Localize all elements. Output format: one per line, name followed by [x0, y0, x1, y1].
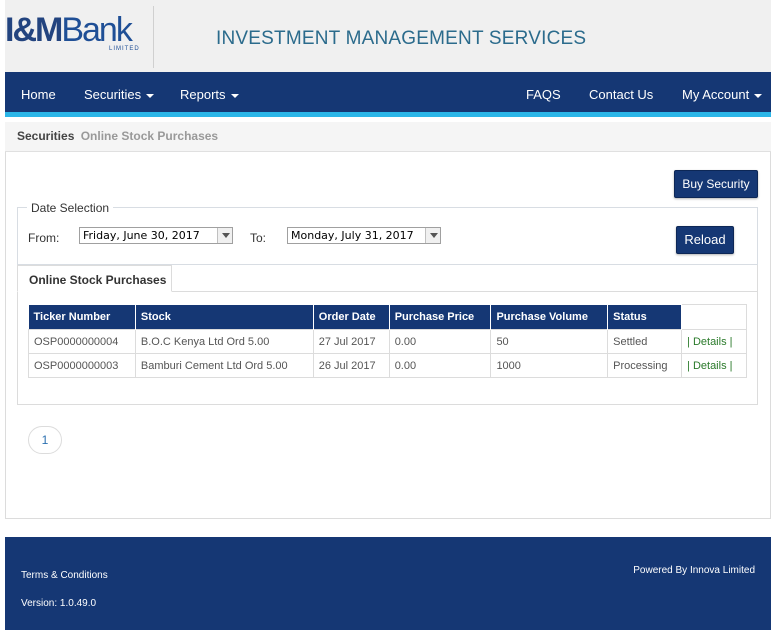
col-ticker-number[interactable]: Ticker Number: [28, 304, 136, 330]
cell-purchase-price: 0.00: [388, 353, 492, 378]
tab-online-stock-purchases[interactable]: Online Stock Purchases: [17, 265, 172, 292]
cell-ticker: OSP0000000004: [28, 329, 136, 354]
caret-down-icon: [754, 93, 763, 98]
logo-subtitle: LIMITED: [109, 46, 140, 52]
terms-link[interactable]: Terms & Conditions: [21, 570, 108, 581]
col-purchase-volume[interactable]: Purchase Volume: [490, 304, 609, 330]
logo-wordmark: I&MBank: [5, 10, 133, 50]
caret-down-icon: [146, 93, 155, 98]
powered-by-text: Powered By Innova Limited: [633, 565, 755, 576]
cell-stock: B.O.C Kenya Ltd Ord 5.00: [134, 329, 314, 354]
nav-my-account-label: My Account: [682, 87, 750, 102]
nav-securities[interactable]: Securities: [84, 72, 155, 117]
nav-my-account[interactable]: My Account: [682, 72, 763, 117]
col-stock[interactable]: Stock: [135, 304, 314, 330]
from-label: From:: [28, 231, 60, 245]
col-purchase-price[interactable]: Purchase Price: [389, 304, 492, 330]
cell-actions: | Details |: [681, 353, 747, 378]
nav-reports-label: Reports: [180, 87, 226, 102]
reload-button[interactable]: Reload: [676, 226, 734, 254]
nav-contact[interactable]: Contact Us: [589, 72, 653, 117]
dropdown-arrow-icon[interactable]: [217, 228, 232, 243]
cell-order-date: 26 Jul 2017: [312, 353, 390, 378]
breadcrumb-securities[interactable]: Securities: [17, 129, 74, 143]
logo-im: I&M: [5, 11, 63, 49]
table-row: OSP0000000004 B.O.C Kenya Ltd Ord 5.00 2…: [28, 329, 747, 354]
cell-stock: Bamburi Cement Ltd Ord 5.00: [134, 353, 314, 378]
from-date-select[interactable]: Friday, June 30, 2017: [79, 227, 233, 244]
buy-security-button[interactable]: Buy Security: [674, 170, 758, 198]
cell-ticker: OSP0000000003: [28, 353, 136, 378]
table-header-row: Ticker Number Stock Order Date Purchase …: [28, 304, 747, 330]
col-status[interactable]: Status: [607, 304, 683, 330]
header: I&MBank LIMITED INVESTMENT MANAGEMENT SE…: [5, 0, 771, 72]
nav-faqs[interactable]: FAQS: [526, 72, 561, 117]
cell-purchase-volume: 50: [490, 329, 609, 354]
cell-order-date: 27 Jul 2017: [312, 329, 390, 354]
caret-down-icon: [230, 93, 239, 98]
logo-bank: Bank: [61, 11, 132, 49]
date-selection-legend: Date Selection: [27, 201, 114, 215]
to-label: To:: [250, 231, 267, 245]
logo-divider: [153, 6, 154, 68]
bank-logo[interactable]: I&MBank LIMITED: [5, 10, 150, 60]
to-date-value: Monday, July 31, 2017: [291, 229, 414, 242]
cell-status: Processing: [607, 353, 683, 378]
col-order-date[interactable]: Order Date: [313, 304, 390, 330]
dropdown-arrow-icon[interactable]: [425, 228, 440, 243]
details-link[interactable]: | Details |: [687, 336, 732, 348]
cell-status: Settled: [607, 329, 683, 354]
nav-reports[interactable]: Reports: [180, 72, 239, 117]
cell-actions: | Details |: [681, 329, 747, 354]
breadcrumb-current: Online Stock Purchases: [80, 129, 219, 143]
site-title: INVESTMENT MANAGEMENT SERVICES: [216, 28, 587, 49]
cell-purchase-volume: 1000: [490, 353, 609, 378]
cell-purchase-price: 0.00: [388, 329, 492, 354]
nav-home[interactable]: Home: [21, 72, 56, 117]
col-actions: [681, 304, 747, 330]
from-date-value: Friday, June 30, 2017: [83, 229, 200, 242]
footer: Terms & Conditions Version: 1.0.49.0 Pow…: [5, 537, 771, 630]
main-navbar: Home Securities Reports FAQS Contact Us …: [5, 72, 771, 117]
tab-divider: [172, 291, 758, 292]
table-row: OSP0000000003 Bamburi Cement Ltd Ord 5.0…: [28, 353, 747, 378]
breadcrumb: Securities Online Stock Purchases: [5, 122, 771, 152]
nav-securities-label: Securities: [84, 87, 142, 102]
purchases-table: Ticker Number Stock Order Date Purchase …: [28, 304, 747, 378]
pagination-page-1[interactable]: 1: [28, 426, 62, 454]
version-text: Version: 1.0.49.0: [21, 598, 97, 609]
to-date-select[interactable]: Monday, July 31, 2017: [287, 227, 441, 244]
details-link[interactable]: | Details |: [687, 360, 732, 372]
